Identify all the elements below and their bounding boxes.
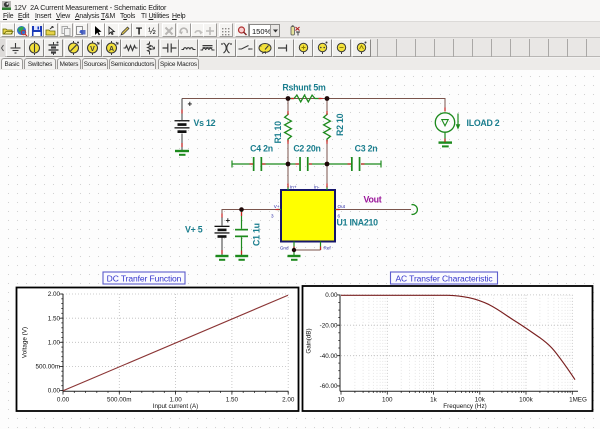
svg-text:C4 2n: C4 2n — [250, 144, 273, 154]
svg-text:-40.00: -40.00 — [320, 353, 338, 360]
svg-text:Out: Out — [338, 204, 346, 209]
svg-text:U1 INA210: U1 INA210 — [337, 218, 379, 228]
svg-text:Input current (A): Input current (A) — [153, 403, 199, 410]
svg-text:500.00m: 500.00m — [35, 364, 60, 371]
svg-text:In-: In- — [314, 185, 320, 190]
svg-text:0.00: 0.00 — [325, 292, 338, 299]
svg-text:V+ 5: V+ 5 — [185, 225, 203, 235]
svg-text:Voltage (V): Voltage (V) — [22, 327, 29, 358]
svg-text:0.00: 0.00 — [48, 388, 61, 395]
svg-text:1.00: 1.00 — [48, 340, 61, 347]
svg-text:Gnd: Gnd — [280, 246, 289, 251]
svg-text:2.00: 2.00 — [48, 291, 61, 298]
svg-text:C3 2n: C3 2n — [355, 144, 378, 154]
svg-text:100: 100 — [382, 397, 393, 404]
svg-text:Frequency (Hz): Frequency (Hz) — [443, 403, 486, 410]
svg-text:1MEG: 1MEG — [569, 397, 587, 404]
svg-text:ILOAD 2: ILOAD 2 — [467, 118, 500, 128]
svg-text:+: + — [226, 216, 231, 225]
svg-text:C1 1u: C1 1u — [252, 223, 262, 246]
svg-text:1k: 1k — [430, 397, 438, 404]
svg-text:-20.00: -20.00 — [320, 322, 338, 329]
svg-text:Vs 12: Vs 12 — [194, 118, 216, 128]
svg-text:Rshunt 5m: Rshunt 5m — [282, 83, 326, 93]
svg-text:In+: In+ — [290, 185, 297, 190]
svg-text:Ref: Ref — [324, 246, 332, 251]
svg-text:1.50: 1.50 — [226, 397, 239, 404]
svg-text:6: 6 — [338, 214, 341, 219]
svg-text:500.00m: 500.00m — [107, 397, 132, 404]
svg-text:+: + — [188, 100, 193, 109]
svg-text:3: 3 — [271, 214, 274, 219]
svg-text:C2 20n: C2 20n — [293, 144, 320, 154]
svg-text:100k: 100k — [519, 397, 534, 404]
svg-text:R1 10: R1 10 — [273, 121, 283, 144]
svg-text:DC Tranfer Function: DC Tranfer Function — [107, 273, 182, 283]
svg-text:R2 10: R2 10 — [335, 113, 345, 136]
svg-text:V+: V+ — [274, 204, 280, 209]
svg-text:2.00: 2.00 — [282, 397, 295, 404]
svg-text:10: 10 — [337, 397, 345, 404]
svg-text:Vout: Vout — [364, 195, 382, 205]
svg-text:-60.00: -60.00 — [320, 383, 338, 390]
svg-text:1.50: 1.50 — [48, 315, 61, 322]
svg-text:AC Transfer Characteristic: AC Transfer Characteristic — [395, 273, 493, 283]
svg-text:0.00: 0.00 — [57, 397, 70, 404]
svg-text:Gain(dB): Gain(dB) — [306, 328, 313, 353]
